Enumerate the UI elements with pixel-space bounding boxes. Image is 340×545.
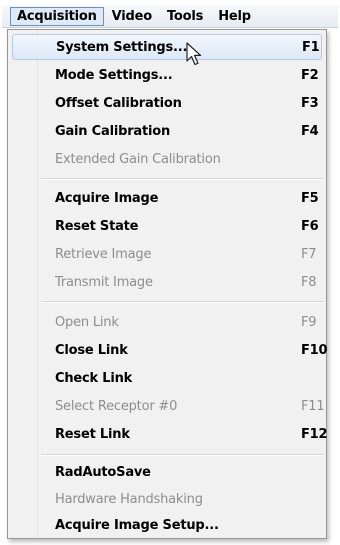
menu-item-label: Gain Calibration [55,123,171,139]
menu-separator [41,178,324,180]
menu-item-shortcut: F4 [301,123,319,139]
menu-item-label: Check Link [55,370,133,386]
menubar-help[interactable]: Help [211,7,258,26]
menu-item-label: Mode Settings... [55,67,173,83]
menu-separator [41,454,324,456]
menu-item-label: Hardware Handshaking [55,491,203,507]
menubar-tools[interactable]: Tools [160,7,210,26]
menu-item-system-settings[interactable]: System Settings... F1 [12,34,322,60]
menu-item-label: Close Link [55,342,128,358]
menu-item-label: Transmit Image [55,274,153,290]
menu-item-hardware-handshaking: Hardware Handshaking [12,486,322,512]
menu-item-shortcut: F1 [302,39,320,55]
menu-separator [41,301,324,303]
menubar-acquisition[interactable]: Acquisition [10,6,104,26]
menu-item-shortcut: F8 [301,274,317,290]
menu-item-label: RadAutoSave [55,464,151,480]
menu-item-label: Offset Calibration [55,95,182,111]
menu-item-reset-link[interactable]: Reset Link F12 [12,421,328,447]
menu-item-shortcut: F3 [301,95,319,111]
mouse-pointer-icon [186,42,202,66]
menu-item-shortcut: F5 [301,190,319,206]
menubar-video[interactable]: Video [105,7,159,26]
menu-item-shortcut: F2 [301,67,319,83]
menu-item-label: Retrieve Image [55,246,152,262]
menu-item-shortcut: F10 [301,342,328,358]
menu-item-label: Reset State [55,218,139,234]
menu-item-select-receptor: Select Receptor #0 F11 [12,393,325,419]
menu-item-shortcut: F12 [301,426,328,442]
menu-item-label: Select Receptor #0 [55,398,178,414]
menu-item-label: System Settings... [56,39,188,55]
menu-item-offset-calibration[interactable]: Offset Calibration F3 [12,90,322,116]
menu-item-close-link[interactable]: Close Link F10 [12,337,328,363]
menu-item-retrieve-image: Retrieve Image F7 [12,241,322,267]
menu-item-check-link[interactable]: Check Link [12,365,322,391]
menu-item-acquire-image[interactable]: Acquire Image F5 [12,185,322,211]
menu-item-label: Reset Link [55,426,130,442]
menu-item-transmit-image: Transmit Image F8 [12,269,322,295]
menu-item-open-link: Open Link F9 [12,309,322,335]
menu-item-extended-gain-calibration: Extended Gain Calibration [12,146,322,172]
menu-item-shortcut: F6 [301,218,319,234]
menu-item-label: Open Link [55,314,119,330]
menu-item-label: Extended Gain Calibration [55,151,221,167]
menu-item-shortcut: F9 [301,314,317,330]
menu-item-mode-settings[interactable]: Mode Settings... F2 [12,62,322,88]
menu-item-label: Acquire Image [55,190,159,206]
menu-item-radautosave[interactable]: RadAutoSave [12,459,322,485]
menu-item-reset-state[interactable]: Reset State F6 [12,213,322,239]
menu-item-acquire-image-setup[interactable]: Acquire Image Setup... [12,512,322,538]
menu-item-shortcut: F11 [301,398,325,414]
menu-item-gain-calibration[interactable]: Gain Calibration F4 [12,118,322,144]
menu-item-label: Acquire Image Setup... [55,517,219,533]
acquisition-menu: System Settings... F1 Mode Settings... F… [7,29,328,539]
menu-item-shortcut: F7 [301,246,317,262]
menu-bar: Acquisition Video Tools Help [2,5,338,28]
